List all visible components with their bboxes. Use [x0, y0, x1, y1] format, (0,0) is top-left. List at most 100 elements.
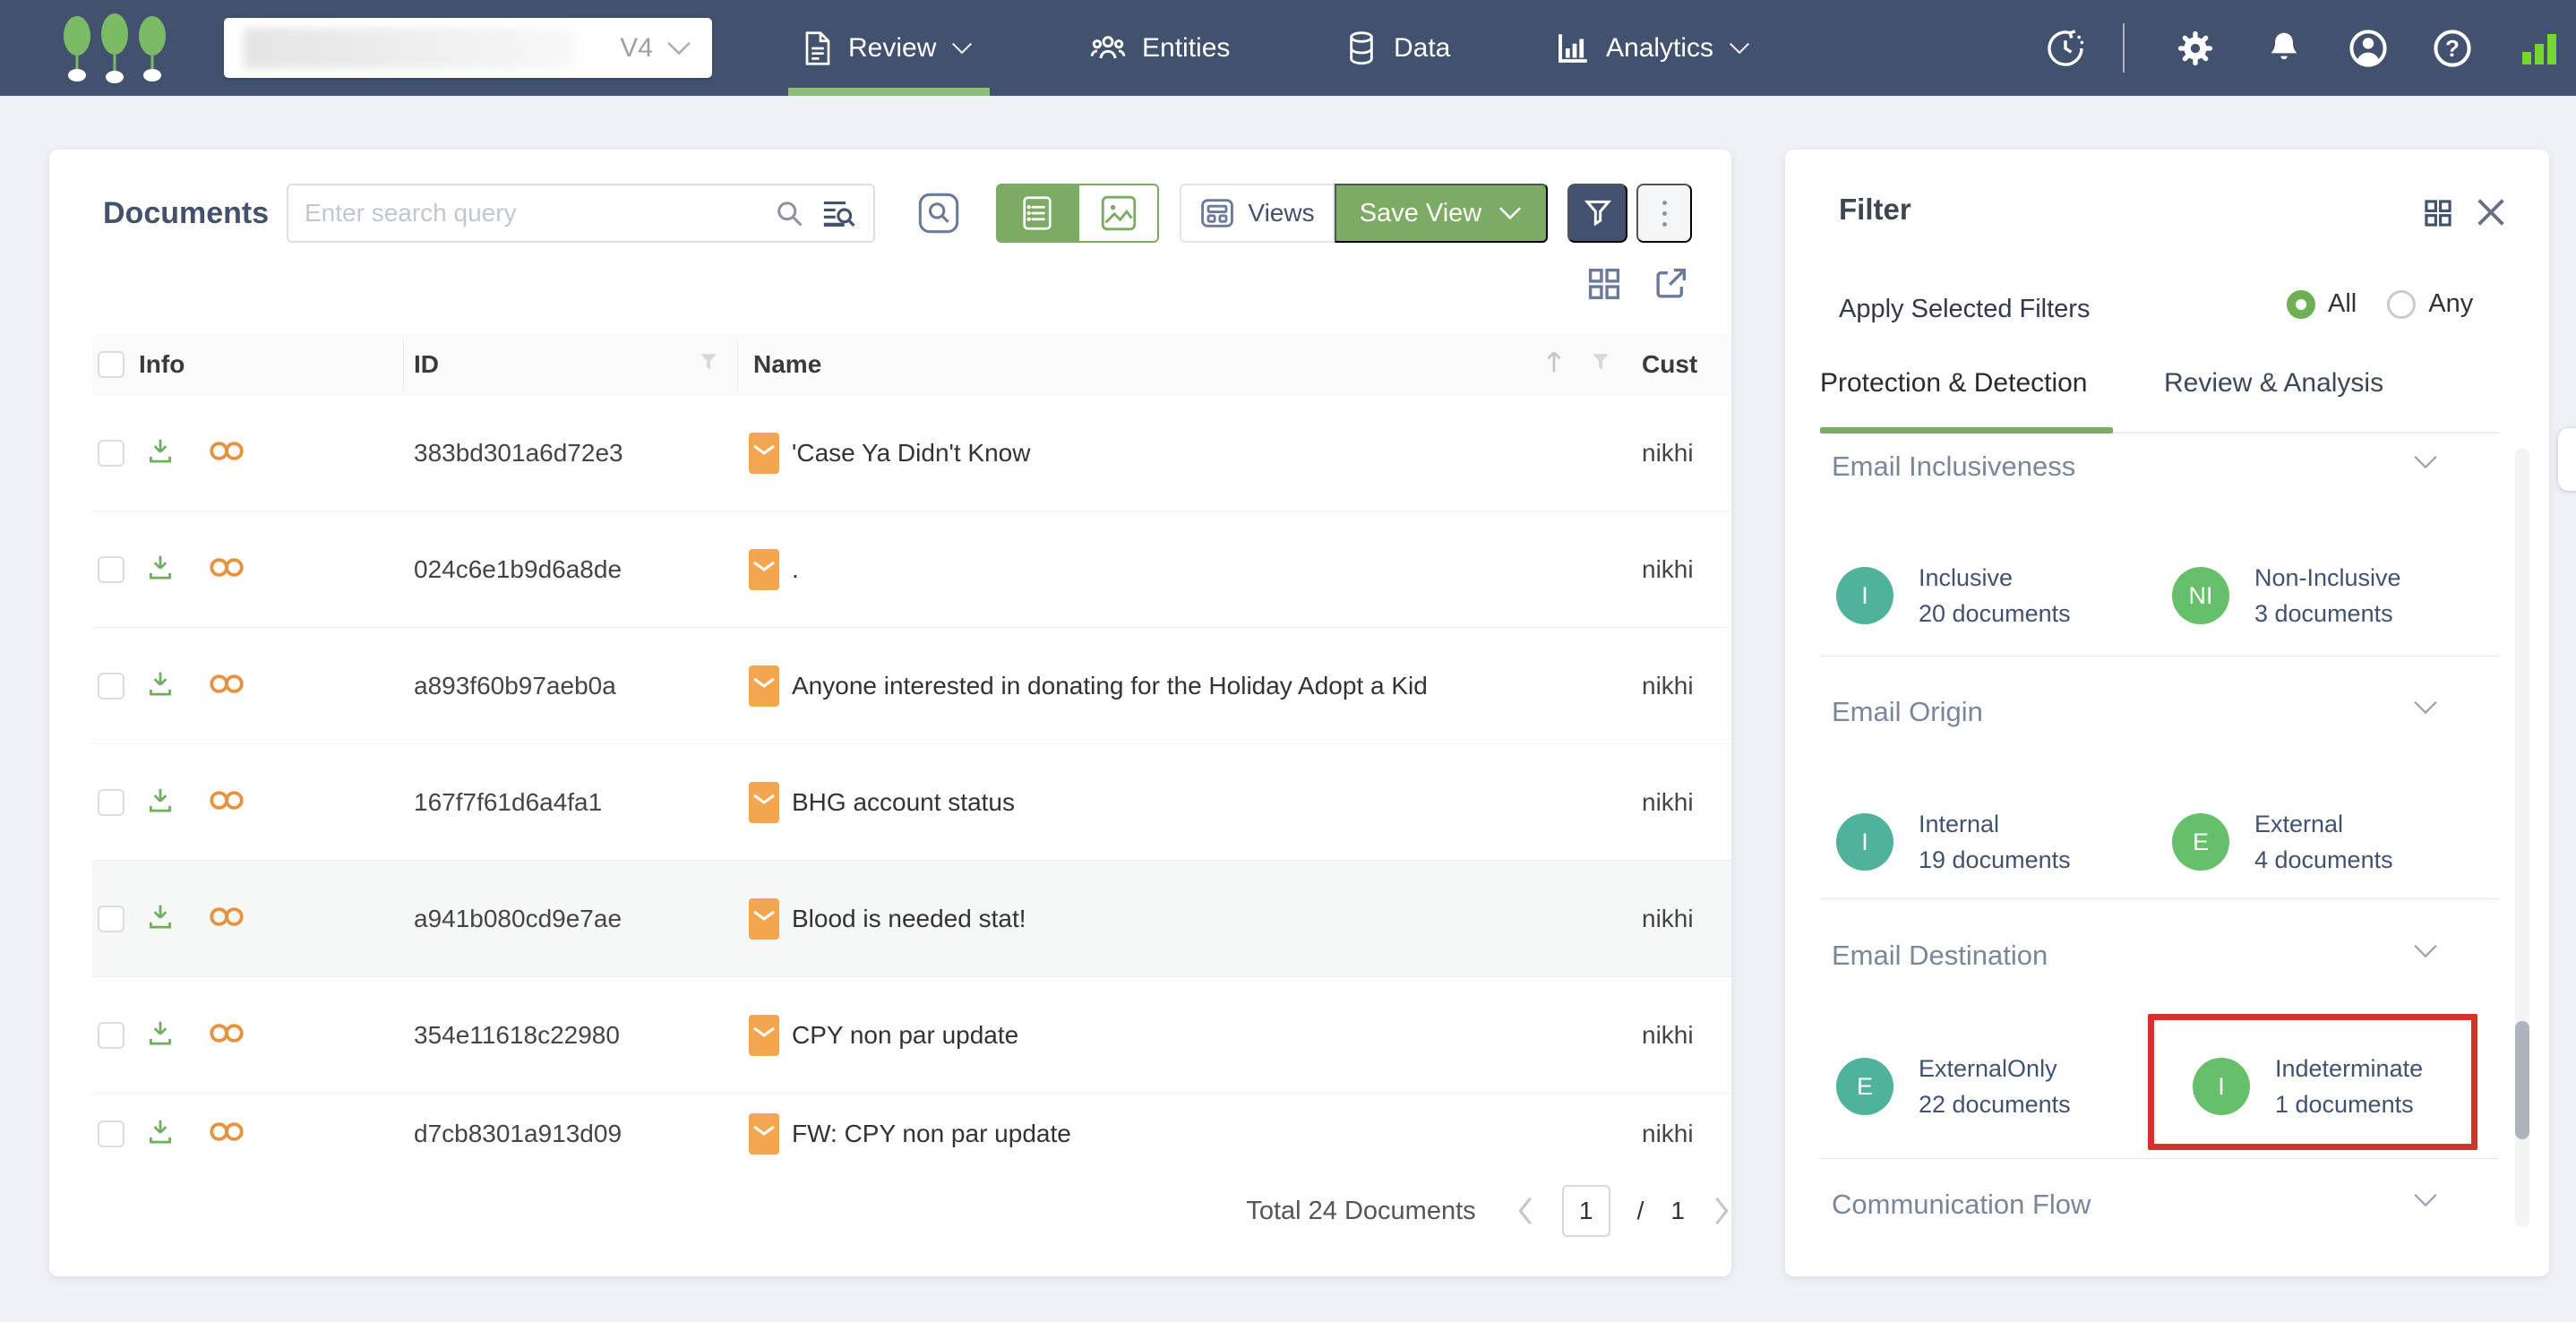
thread-link-icon[interactable] [207, 1019, 246, 1051]
table-row[interactable]: 167f7f61d6a4fa1 BHG account status nikhi [92, 744, 1731, 861]
history-icon[interactable] [2044, 0, 2087, 96]
filter-item-internal[interactable]: I Internal 19 documents [1836, 806, 2071, 878]
search-input[interactable] [305, 199, 757, 227]
section-communication-flow[interactable]: Communication Flow [1832, 1189, 2091, 1221]
row-checkbox[interactable] [98, 555, 125, 583]
filter-item-non-inclusive[interactable]: NI Non-Inclusive 3 documents [2172, 560, 2401, 631]
thread-link-icon[interactable] [207, 786, 246, 818]
filter-item-label: Indeterminate [2275, 1055, 2424, 1082]
table-row[interactable]: 354e11618c22980 CPY non par update nikhi [92, 977, 1731, 1094]
filter-item-indeterminate[interactable]: I Indeterminate 1 documents [2193, 1051, 2423, 1122]
download-icon[interactable] [144, 667, 176, 704]
search-icon[interactable] [773, 197, 805, 229]
tab-analytics[interactable]: Analytics [1554, 0, 1751, 96]
tab-data[interactable]: Data [1344, 0, 1450, 96]
bell-icon[interactable] [2264, 0, 2304, 96]
sort-ascending-icon[interactable] [1543, 348, 1565, 382]
row-checkbox[interactable] [98, 439, 125, 467]
section-divider [1820, 898, 2499, 899]
tab-entities[interactable]: Entities [1088, 0, 1230, 96]
close-icon[interactable] [2473, 194, 2509, 230]
download-icon[interactable] [144, 1116, 176, 1153]
tab-review-analysis[interactable]: Review & Analysis [2164, 368, 2383, 399]
thread-link-icon[interactable] [207, 437, 246, 468]
thread-link-icon[interactable] [207, 1119, 246, 1150]
id-filter-icon[interactable] [698, 350, 719, 379]
section-email-destination[interactable]: Email Destination [1832, 940, 2048, 972]
signal-bars-icon[interactable] [2519, 0, 2560, 96]
tab-protection-detection[interactable]: Protection & Detection [1820, 368, 2088, 399]
row-checkbox[interactable] [98, 905, 125, 932]
row-checkbox[interactable] [98, 1021, 125, 1049]
more-options-button[interactable] [1636, 184, 1692, 243]
chevron-down-icon[interactable] [2412, 454, 2439, 470]
table-row[interactable]: a893f60b97aeb0a Anyone interested in don… [92, 628, 1731, 744]
download-icon[interactable] [144, 434, 176, 471]
chevron-down-icon[interactable] [2412, 1192, 2439, 1208]
doc-name[interactable]: Anyone interested in donating for the Ho… [792, 672, 1428, 700]
filter-panel-title: Filter [1839, 193, 1911, 226]
section-divider [1820, 656, 2499, 657]
doc-name[interactable]: Blood is needed stat! [792, 905, 1026, 933]
header-name[interactable]: Name [753, 350, 821, 379]
next-page-icon[interactable] [1712, 1196, 1731, 1226]
filter-button[interactable] [1567, 184, 1627, 243]
name-filter-icon[interactable] [1590, 350, 1611, 379]
thread-link-icon[interactable] [207, 670, 246, 701]
app-logo-icon[interactable] [52, 13, 177, 90]
tab-review[interactable]: Review [802, 0, 974, 96]
list-view-toggle[interactable] [996, 184, 1078, 243]
filter-item-externalonly[interactable]: E ExternalOnly 22 documents [1836, 1051, 2071, 1122]
filter-grid-icon[interactable] [2423, 198, 2453, 228]
table-row[interactable]: d7cb8301a913d09 FW: CPY non par update n… [92, 1094, 1731, 1174]
download-icon[interactable] [144, 900, 176, 937]
table-row[interactable]: a941b080cd9e7ae Blood is needed stat! ni… [92, 861, 1731, 977]
table-row[interactable]: 383bd301a6d72e3 'Case Ya Didn't Know nik… [92, 395, 1731, 511]
chevron-down-icon[interactable] [2412, 700, 2439, 716]
views-button[interactable]: Views [1180, 184, 1335, 243]
radio-any[interactable]: Any [2387, 289, 2473, 319]
advanced-search-icon[interactable] [821, 197, 857, 229]
filter-item-inclusive[interactable]: I Inclusive 20 documents [1836, 560, 2071, 631]
table-row[interactable]: 024c6e1b9d6a8de . nikhi [92, 511, 1731, 628]
row-checkbox[interactable] [98, 1120, 125, 1147]
filter-item-external[interactable]: E External 4 documents [2172, 806, 2393, 878]
badge-non-inclusive: NI [2172, 567, 2229, 624]
page-scroll-handle[interactable] [2558, 428, 2576, 491]
header-info[interactable]: Info [139, 350, 185, 379]
project-selector[interactable]: V4 [224, 18, 712, 78]
doc-name[interactable]: FW: CPY non par update [792, 1120, 1071, 1148]
row-checkbox[interactable] [98, 788, 125, 816]
user-icon[interactable] [2347, 0, 2390, 96]
save-view-button[interactable]: Save View [1335, 184, 1548, 243]
doc-name[interactable]: BHG account status [792, 788, 1015, 817]
doc-id: a941b080cd9e7ae [414, 904, 623, 932]
header-id[interactable]: ID [414, 350, 439, 379]
download-icon[interactable] [144, 1017, 176, 1053]
chevron-down-icon[interactable] [2412, 943, 2439, 959]
help-icon[interactable]: ? [2431, 0, 2474, 96]
export-icon[interactable] [1653, 266, 1688, 302]
doc-name[interactable]: CPY non par update [792, 1021, 1018, 1050]
previous-page-icon[interactable] [1516, 1196, 1535, 1226]
doc-name[interactable]: . [792, 555, 799, 584]
thread-link-icon[interactable] [207, 903, 246, 934]
thread-link-icon[interactable] [207, 554, 246, 585]
select-all-checkbox[interactable] [98, 351, 125, 378]
image-view-toggle[interactable] [1078, 184, 1159, 243]
header-custodian[interactable]: Cust [1642, 350, 1697, 379]
doc-name[interactable]: 'Case Ya Didn't Know [792, 439, 1030, 468]
email-icon [749, 781, 779, 823]
download-icon[interactable] [144, 784, 176, 820]
gear-icon[interactable] [2175, 0, 2216, 96]
download-icon[interactable] [144, 551, 176, 588]
filter-scrollbar-thumb[interactable] [2515, 1021, 2529, 1139]
document-search-icon[interactable] [918, 193, 959, 234]
section-email-inclusiveness[interactable]: Email Inclusiveness [1832, 451, 2075, 483]
column-settings-icon[interactable] [1586, 266, 1622, 302]
section-email-origin[interactable]: Email Origin [1832, 696, 1983, 728]
row-checkbox[interactable] [98, 672, 125, 700]
app-screen: V4 Review Entities Data Analytics ? Docu… [0, 0, 2576, 1322]
radio-all[interactable]: All [2287, 289, 2357, 319]
current-page-input[interactable]: 1 [1561, 1185, 1610, 1237]
